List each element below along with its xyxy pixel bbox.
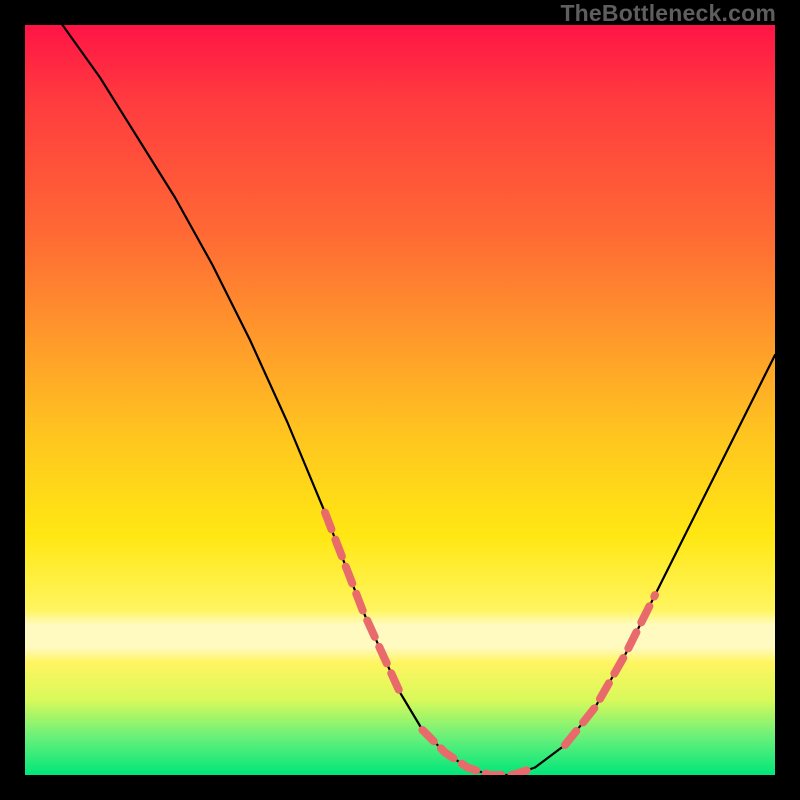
highlight-left [325,513,400,693]
highlight-right [565,595,655,745]
highlight-bottom [423,730,536,775]
curve-layer [25,25,775,775]
plot-area [25,25,775,775]
outer-frame: TheBottleneck.com [0,0,800,800]
bottleneck-curve [63,25,776,775]
watermark-text: TheBottleneck.com [560,0,776,27]
